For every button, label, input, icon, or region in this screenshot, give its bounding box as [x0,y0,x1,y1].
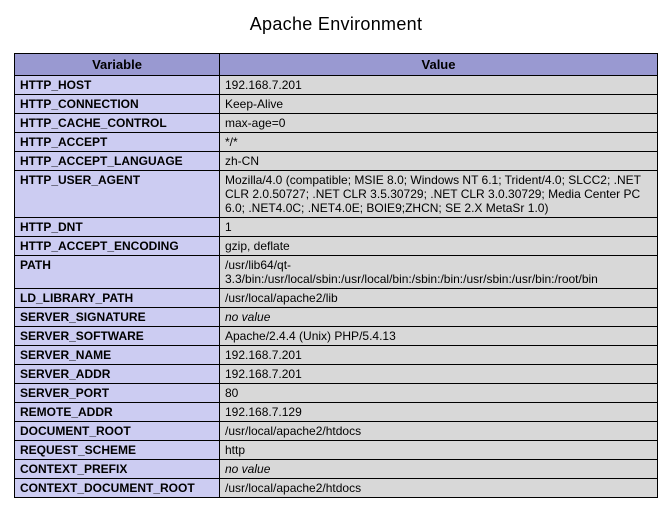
table-header-row: Variable Value [15,54,658,76]
table-row: DOCUMENT_ROOT/usr/local/apache2/htdocs [15,422,658,441]
table-row: HTTP_CACHE_CONTROLmax-age=0 [15,114,658,133]
cell-value: /usr/local/apache2/lib [220,289,658,308]
cell-value: 192.168.7.201 [220,365,658,384]
table-row: HTTP_ACCEPT_ENCODINGgzip, deflate [15,237,658,256]
cell-variable: HTTP_ACCEPT [15,133,220,152]
cell-value: http [220,441,658,460]
cell-value: no value [220,460,658,479]
cell-value: 192.168.7.201 [220,346,658,365]
table-row: SERVER_SOFTWAREApache/2.4.4 (Unix) PHP/5… [15,327,658,346]
table-row: HTTP_ACCEPT_LANGUAGEzh-CN [15,152,658,171]
header-variable: Variable [15,54,220,76]
cell-variable: SERVER_SIGNATURE [15,308,220,327]
cell-variable: HTTP_CACHE_CONTROL [15,114,220,133]
table-row: CONTEXT_DOCUMENT_ROOT/usr/local/apache2/… [15,479,658,498]
cell-variable: DOCUMENT_ROOT [15,422,220,441]
cell-value: /usr/local/apache2/htdocs [220,479,658,498]
table-row: LD_LIBRARY_PATH/usr/local/apache2/lib [15,289,658,308]
page-wrapper: Apache Environment Variable Value HTTP_H… [0,0,672,512]
cell-value: max-age=0 [220,114,658,133]
table-row: SERVER_ADDR192.168.7.201 [15,365,658,384]
cell-value: /usr/local/apache2/htdocs [220,422,658,441]
cell-value: Keep-Alive [220,95,658,114]
table-row: HTTP_USER_AGENTMozilla/4.0 (compatible; … [15,171,658,218]
cell-variable: REQUEST_SCHEME [15,441,220,460]
cell-value: /usr/lib64/qt-3.3/bin:/usr/local/sbin:/u… [220,256,658,289]
table-row: CONTEXT_PREFIX no value [15,460,658,479]
table-row: SERVER_SIGNATURE no value [15,308,658,327]
cell-variable: PATH [15,256,220,289]
cell-value: 192.168.7.129 [220,403,658,422]
cell-variable: HTTP_ACCEPT_ENCODING [15,237,220,256]
header-value: Value [220,54,658,76]
cell-value: Apache/2.4.4 (Unix) PHP/5.4.13 [220,327,658,346]
cell-value: no value [220,308,658,327]
cell-value: 80 [220,384,658,403]
cell-variable: SERVER_NAME [15,346,220,365]
cell-variable: HTTP_USER_AGENT [15,171,220,218]
table-row: REQUEST_SCHEMEhttp [15,441,658,460]
cell-variable: HTTP_DNT [15,218,220,237]
cell-value: Mozilla/4.0 (compatible; MSIE 8.0; Windo… [220,171,658,218]
table-row: HTTP_CONNECTIONKeep-Alive [15,95,658,114]
section-title: Apache Environment [14,14,658,35]
cell-value: 192.168.7.201 [220,76,658,95]
cell-value: 1 [220,218,658,237]
table-row: HTTP_HOST192.168.7.201 [15,76,658,95]
cell-variable: LD_LIBRARY_PATH [15,289,220,308]
table-row: REMOTE_ADDR192.168.7.129 [15,403,658,422]
no-value-text: no value [225,310,270,324]
cell-variable: HTTP_ACCEPT_LANGUAGE [15,152,220,171]
cell-variable: REMOTE_ADDR [15,403,220,422]
cell-variable: HTTP_CONNECTION [15,95,220,114]
cell-value: */* [220,133,658,152]
no-value-text: no value [225,462,270,476]
cell-variable: HTTP_HOST [15,76,220,95]
cell-variable: SERVER_ADDR [15,365,220,384]
table-row: HTTP_DNT1 [15,218,658,237]
cell-variable: CONTEXT_DOCUMENT_ROOT [15,479,220,498]
cell-value: gzip, deflate [220,237,658,256]
table-row: SERVER_PORT80 [15,384,658,403]
cell-variable: CONTEXT_PREFIX [15,460,220,479]
cell-variable: SERVER_SOFTWARE [15,327,220,346]
cell-variable: SERVER_PORT [15,384,220,403]
cell-value: zh-CN [220,152,658,171]
table-row: PATH/usr/lib64/qt-3.3/bin:/usr/local/sbi… [15,256,658,289]
table-row: HTTP_ACCEPT*/* [15,133,658,152]
table-row: SERVER_NAME192.168.7.201 [15,346,658,365]
env-table: Variable Value HTTP_HOST192.168.7.201HTT… [14,53,658,498]
